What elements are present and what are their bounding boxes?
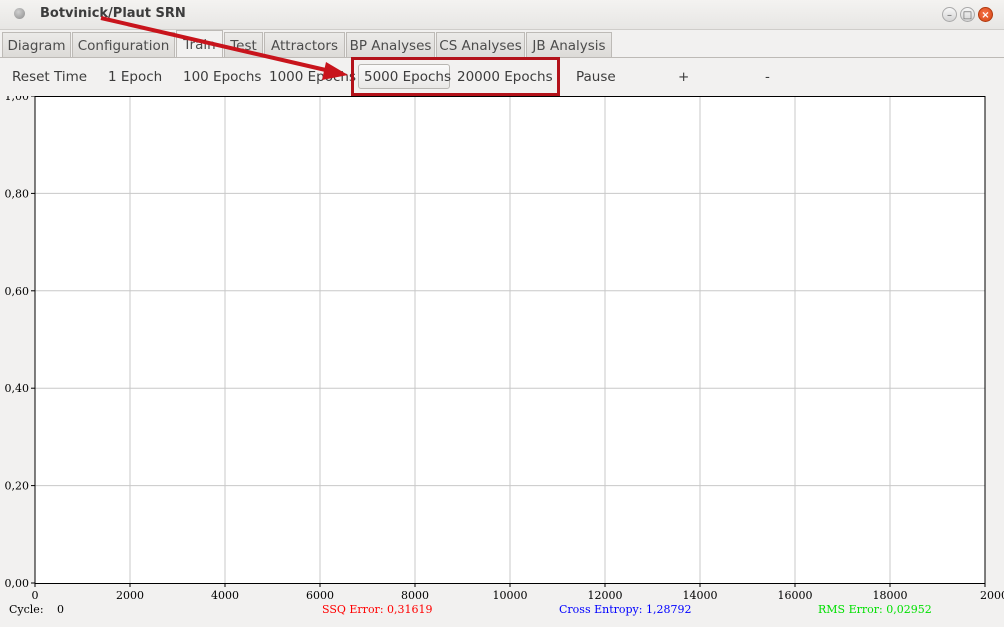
cross-entropy-readout: Cross Entropy: 1,28792 <box>559 603 692 616</box>
tab-jb-analysis[interactable]: JB Analysis <box>526 32 612 58</box>
minimize-button[interactable]: – <box>942 7 957 22</box>
x-tick-label: 10000 <box>493 589 528 602</box>
tab-train[interactable]: Train <box>176 30 223 57</box>
y-tick-label: 0,20 <box>5 480 30 493</box>
x-tick-label: 2000 <box>116 589 144 602</box>
annotation-highlight-box <box>351 57 560 96</box>
title-bar: Botvinick/Plaut SRN – □ × <box>0 0 1004 30</box>
thousand-epochs-button[interactable]: 1000 Epochs <box>269 67 356 87</box>
reset-time-button[interactable]: Reset Time <box>12 67 87 87</box>
one-epoch-button[interactable]: 1 Epoch <box>108 67 162 87</box>
tab-cs-analyses[interactable]: CS Analyses <box>436 32 525 58</box>
y-tick-label: 0,00 <box>5 577 30 590</box>
tab-attractors[interactable]: Attractors <box>264 32 345 58</box>
tab-test[interactable]: Test <box>224 32 263 58</box>
y-tick-label: 0,80 <box>5 187 30 200</box>
tab-diagram[interactable]: Diagram <box>2 32 71 58</box>
pause-button[interactable]: Pause <box>576 67 616 87</box>
y-tick-label: 1,00 <box>5 96 30 103</box>
close-button[interactable]: × <box>978 7 993 22</box>
chart-svg: 0 2000 4000 6000 8000 10000 12000 14000 16000 180… <box>5 90 1004 602</box>
ssq-error-readout: SSQ Error: 0,31619 <box>322 603 433 616</box>
x-tick-label: 0 <box>32 589 39 602</box>
window-title: Botvinick/Plaut SRN <box>40 6 186 21</box>
maximize-button[interactable]: □ <box>960 7 975 22</box>
cycle-value: 0 <box>57 603 64 616</box>
x-tick-label: 18000 <box>873 589 908 602</box>
training-chart: 0 2000 4000 6000 8000 10000 12000 14000 16000 180… <box>0 90 1004 623</box>
x-tick-label: 6000 <box>306 589 334 602</box>
tab-configuration[interactable]: Configuration <box>72 32 175 58</box>
zoom-out-button[interactable]: - <box>765 67 770 87</box>
hundred-epochs-button[interactable]: 100 Epochs <box>183 67 261 87</box>
cycle-label: Cycle: <box>9 603 44 616</box>
zoom-in-button[interactable]: + <box>678 67 689 87</box>
x-tick-label: 4000 <box>211 589 239 602</box>
x-tick-label: 16000 <box>778 589 813 602</box>
rms-error-readout: RMS Error: 0,02952 <box>818 603 932 616</box>
y-tick-label: 0,60 <box>5 285 30 298</box>
x-tick-label: 12000 <box>588 589 623 602</box>
x-tick-label: 8000 <box>401 589 429 602</box>
y-tick-label: 0,40 <box>5 382 30 395</box>
app-menu-icon[interactable] <box>14 8 25 19</box>
tab-bp-analyses[interactable]: BP Analyses <box>346 32 435 58</box>
x-tick-label: 14000 <box>683 589 718 602</box>
x-tick-label: 20000 <box>980 589 1004 602</box>
